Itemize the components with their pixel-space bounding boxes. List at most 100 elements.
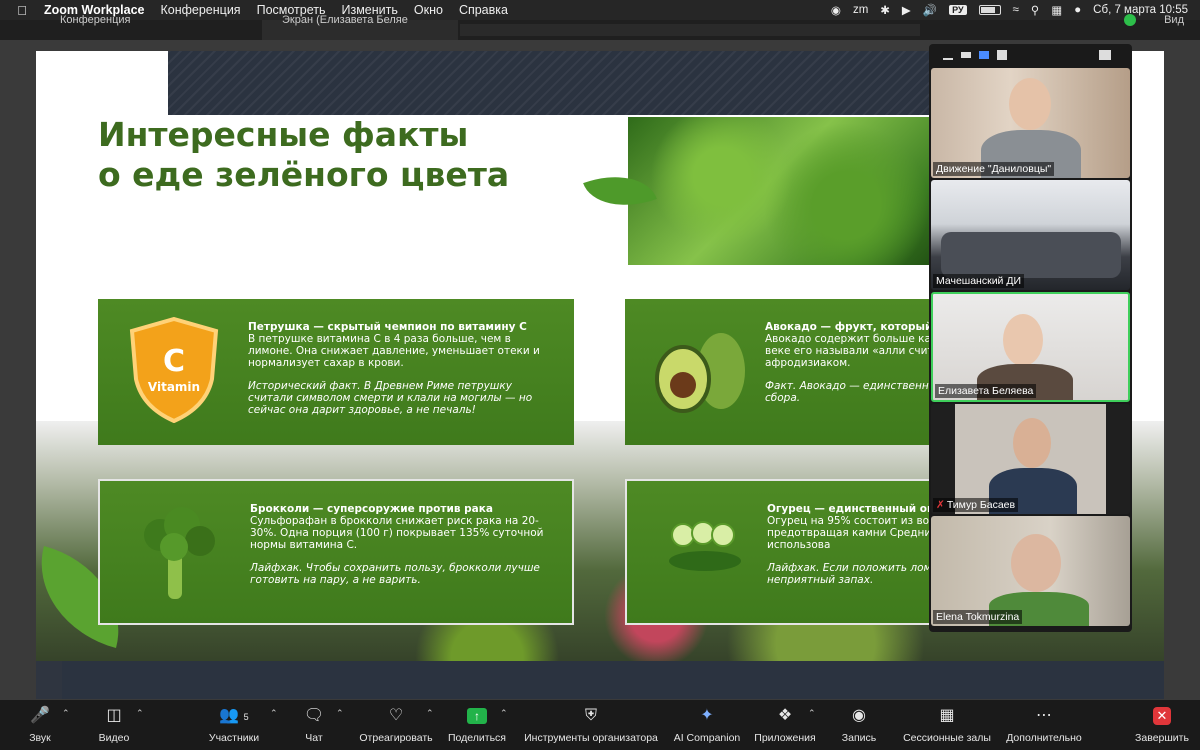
cucumber-icon (669, 521, 741, 571)
video-options-chevron-icon[interactable]: ⌃ (136, 708, 144, 719)
volume-icon[interactable]: 🔊 (923, 3, 937, 17)
breakout-rooms-button[interactable]: ▦ Сессионные залы (900, 706, 994, 744)
record-button[interactable]: ◉ Запись (840, 706, 878, 744)
participant-name: Elena Tokmurzina (933, 610, 1023, 624)
spotlight-search-icon[interactable]: ⚲ (1031, 3, 1039, 17)
siri-icon[interactable]: ● (1074, 4, 1081, 16)
vitamin-c-shield-icon: C Vitamin (129, 317, 219, 423)
zoom-status-icon[interactable]: zm (853, 4, 868, 16)
card-note: Факт. Авокадо — единственн только после … (765, 380, 935, 404)
minimize-icon[interactable] (943, 58, 953, 60)
host-tools-label: Инструменты организатора (524, 732, 658, 744)
fact-card-avocado: Авокадо — фрукт, который о Авокадо содер… (625, 299, 935, 445)
play-icon[interactable]: ▶ (902, 3, 911, 17)
wifi-icon[interactable]: ≈ (1013, 4, 1019, 16)
video-layout-controls (929, 44, 1132, 66)
battery-icon[interactable] (978, 5, 1001, 15)
slide-footer-band (36, 661, 1164, 699)
participant-face (1003, 314, 1043, 366)
avocado-icon (655, 333, 745, 413)
audio-options-chevron-icon[interactable]: ⌃ (62, 708, 70, 719)
card-heading: Брокколи — суперсоружие против рака (250, 503, 493, 515)
card-text: Огурец — единственный ово Огурец на 95% … (767, 503, 935, 586)
card-note: Лайфхак. Если положить ломт исчезнет неп… (767, 562, 935, 586)
apps-button[interactable]: ❖ Приложения (754, 706, 816, 744)
participants-button[interactable]: 👥 5 Участники (204, 706, 264, 744)
view-button-label: Вид (1164, 14, 1184, 26)
keyboard-layout-indicator[interactable]: РУ (949, 5, 967, 15)
mic-muted-icon: ✗ (936, 499, 945, 511)
menu-conference[interactable]: Конференция (160, 3, 240, 17)
video-button[interactable]: ◫ Видео (96, 706, 132, 744)
chat-button[interactable]: 🗨 Чат (300, 706, 328, 744)
card-body: Авокадо содержит больше кал 100 г) . В X… (765, 333, 935, 369)
card-heading: Петрушка — скрытый чемпион по витамину С (248, 321, 527, 333)
screen-share-status-icon[interactable]: ◉ (831, 3, 841, 17)
card-note: Лайфхак. Чтобы сохранить пользу, броккол… (250, 562, 540, 586)
card-text: Петрушка — скрытый чемпион по витамину С… (248, 321, 558, 416)
end-meeting-icon: ✕ (1132, 706, 1192, 726)
heart-icon: ♡ (388, 707, 404, 724)
tab-conference[interactable]: Конференция (60, 15, 260, 40)
record-icon: ◉ (852, 707, 866, 724)
card-heading: Огурец — единственный ово (767, 503, 935, 515)
apps-icon: ❖ (777, 707, 793, 724)
card-heading: Авокадо — фрукт, который о (765, 321, 935, 333)
participant-tile[interactable]: Elena Tokmurzina (931, 516, 1130, 626)
control-center-icon[interactable]: ▦ (1051, 3, 1062, 17)
slide-corner-block (36, 661, 62, 699)
more-label: Дополнительно (1006, 732, 1082, 744)
active-speaker-layout-icon[interactable] (979, 51, 989, 59)
card-body: В петрушке витамина С в 4 раза больше, ч… (248, 333, 540, 369)
more-dots-icon: ⋯ (1036, 707, 1052, 724)
audience-group (941, 232, 1121, 278)
more-button[interactable]: ⋯ Дополнительно (1004, 706, 1084, 744)
zoom-tab-strip: Конференция Экран (Елизавета Беляе Вид (0, 14, 1200, 40)
bluetooth-icon[interactable]: ✱ (880, 3, 890, 17)
ai-companion-label: AI Companion (673, 732, 741, 744)
chat-options-chevron-icon[interactable]: ⌃ (336, 708, 344, 719)
share-screen-button[interactable]: ↑ Поделиться (446, 706, 508, 744)
participant-tile[interactable]: ✗ Тимур Басаев (931, 404, 1130, 514)
speaker-strip-icon[interactable] (961, 52, 971, 58)
participant-tile[interactable]: Движение "Даниловцы" (931, 68, 1130, 178)
react-button[interactable]: ♡ Отреагировать (356, 706, 436, 744)
audio-button[interactable]: 🎤 Звук (24, 706, 56, 744)
audio-label: Звук (29, 732, 51, 744)
lettuce-photo (628, 117, 940, 265)
participants-label: Участники (208, 732, 260, 744)
share-screen-icon: ↑ (446, 706, 508, 726)
participant-tile-active-speaker[interactable]: Елизавета Беляева (931, 292, 1130, 402)
participants-options-chevron-icon[interactable]: ⌃ (270, 708, 278, 719)
tab-shared-screen[interactable]: Экран (Елизавета Беляе (262, 15, 458, 40)
participant-name: Движение "Даниловцы" (933, 162, 1055, 176)
ai-companion-button[interactable]: ✦ AI Companion (672, 706, 742, 744)
vitamin-word: Vitamin (148, 380, 200, 394)
gallery-layout-icon[interactable] (997, 50, 1007, 60)
end-meeting-button[interactable]: ✕ Завершить (1132, 706, 1192, 744)
react-options-chevron-icon[interactable]: ⌃ (426, 708, 434, 719)
chat-bubble-icon: 🗨 (303, 707, 325, 724)
share-options-chevron-icon[interactable]: ⌃ (500, 708, 508, 719)
macos-menu-bar:  Zoom Workplace Конференция Посмотреть … (0, 0, 1200, 20)
host-tools-button[interactable]: ⛨ Инструменты организатора (520, 706, 662, 744)
slide-title-line2: о еде зелёного цвета (98, 155, 510, 194)
microphone-icon: 🎤 (30, 707, 50, 724)
broccoli-icon (144, 507, 215, 599)
slide-title-line1: Интересные факты (98, 115, 469, 154)
tab-strip-filler (460, 24, 920, 36)
apps-options-chevron-icon[interactable]: ⌃ (808, 708, 816, 719)
security-check-icon[interactable] (1124, 14, 1136, 26)
tab-shared-screen-label: Экран (Елизавета Беляе (282, 14, 408, 26)
card-body: Огурец на 95% состоит из воды кислоты, п… (767, 515, 935, 551)
breakout-rooms-label: Сессионные залы (903, 732, 991, 744)
slide-header-band (168, 51, 940, 115)
apple-menu-icon[interactable]:  (14, 3, 30, 18)
participant-name: Тимур Басаев (946, 499, 1016, 511)
react-label: Отреагировать (359, 732, 433, 744)
participant-tile[interactable]: Мачешанский ДИ (931, 180, 1130, 290)
panel-options-icon[interactable] (1099, 50, 1111, 60)
card-text: Авокадо — фрукт, который о Авокадо содер… (765, 321, 935, 404)
menu-help[interactable]: Справка (459, 3, 508, 17)
menu-window[interactable]: Окно (414, 3, 443, 17)
